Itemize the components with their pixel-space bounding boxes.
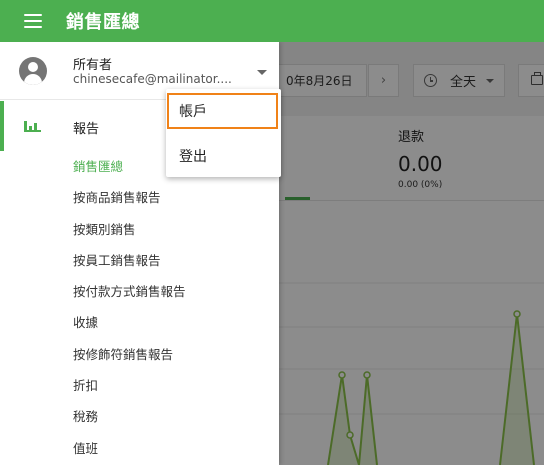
owner-name: 所有者	[73, 58, 113, 73]
account-circle-icon	[19, 57, 47, 85]
nav-subitem-sales-by-payment-type[interactable]: 按付款方式銷售報告	[0, 276, 279, 307]
report-submenu: 銷售匯總 按商品銷售報告 按類別銷售 按員工銷售報告 按付款方式銷售報告 收據 …	[0, 151, 279, 464]
owner-email: chinesecafe@mailinator....	[73, 72, 232, 86]
nav-subitem-taxes[interactable]: 稅務	[0, 401, 279, 432]
nav-subitem-sales-by-category[interactable]: 按類別銷售	[0, 214, 279, 245]
nav-subitem-shifts[interactable]: 值班	[0, 433, 279, 464]
active-indicator	[0, 101, 4, 151]
nav-subitem-sales-by-item[interactable]: 按商品銷售報告	[0, 182, 279, 213]
nav-subitem-receipts[interactable]: 收據	[0, 307, 279, 338]
page-title: 銷售匯總	[66, 12, 140, 33]
nav-subitem-sales-by-employee[interactable]: 按員工銷售報告	[0, 245, 279, 276]
menu-icon[interactable]	[24, 14, 42, 28]
dropdown-arrow-icon[interactable]	[257, 70, 267, 75]
menu-item-logout[interactable]: 登出	[166, 141, 281, 173]
app-bar: 銷售匯總	[0, 0, 544, 42]
nav-subitem-discounts[interactable]: 折扣	[0, 370, 279, 401]
nav-subitem-sales-by-modifier[interactable]: 按修飾符銷售報告	[0, 339, 279, 370]
focus-highlight	[167, 93, 278, 129]
nav-item-label: 報告	[73, 122, 100, 137]
bar-chart-icon	[24, 118, 41, 132]
account-menu: 帳戶 登出	[166, 89, 281, 177]
